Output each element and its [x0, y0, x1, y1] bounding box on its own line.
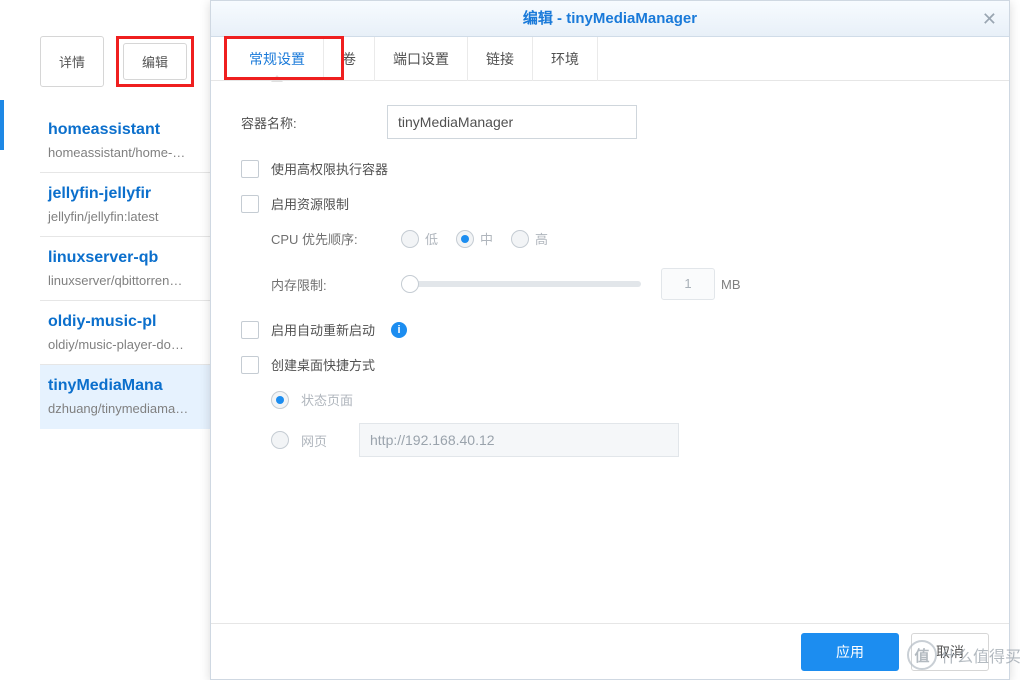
privileged-checkbox[interactable] — [241, 160, 259, 178]
tab-port[interactable]: 端口设置 — [375, 37, 468, 81]
details-button[interactable]: 详情 — [40, 36, 104, 87]
memory-limit-label: 内存限制: — [271, 275, 401, 294]
slider-thumb[interactable] — [401, 275, 419, 293]
watermark: 值 什么值得买 — [907, 640, 1021, 670]
modal-footer: 应用 取消 — [211, 623, 1009, 679]
edit-button[interactable]: 编辑 — [123, 43, 187, 80]
modal-body: 容器名称: 使用高权限执行容器 启用资源限制 CPU 优先顺序: 低 — [211, 81, 1009, 623]
auto-restart-checkbox[interactable] — [241, 321, 259, 339]
resource-limit-label: 启用资源限制 — [271, 194, 349, 213]
close-icon[interactable]: ✕ — [982, 1, 997, 37]
modal-title: 编辑 - tinyMediaManager — [523, 10, 697, 27]
resource-limit-checkbox[interactable] — [241, 195, 259, 213]
auto-restart-label: 启用自动重新启动 — [271, 320, 375, 339]
shortcut-status-label: 状态页面 — [301, 390, 353, 409]
modal-header: 编辑 - tinyMediaManager ✕ — [211, 1, 1009, 37]
cpu-mid-radio[interactable]: 中 — [456, 229, 493, 248]
memory-value-box: 1 — [661, 268, 715, 300]
watermark-text: 什么值得买 — [941, 643, 1021, 667]
tab-link[interactable]: 链接 — [468, 37, 533, 81]
shortcut-web-radio[interactable] — [271, 431, 289, 449]
memory-unit: MB — [721, 277, 741, 292]
shortcut-url-input[interactable] — [359, 423, 679, 457]
create-shortcut-label: 创建桌面快捷方式 — [271, 355, 375, 374]
container-name-input[interactable] — [387, 105, 637, 139]
edit-modal: 编辑 - tinyMediaManager ✕ 常规设置 卷 端口设置 链接 环… — [210, 0, 1010, 680]
create-shortcut-checkbox[interactable] — [241, 356, 259, 374]
tab-general[interactable]: 常规设置 — [231, 37, 324, 81]
memory-slider[interactable] — [401, 281, 641, 287]
shortcut-web-label: 网页 — [301, 431, 347, 450]
cpu-low-radio[interactable]: 低 — [401, 229, 438, 248]
container-name-label: 容器名称: — [241, 113, 387, 132]
cpu-high-radio[interactable]: 高 — [511, 229, 548, 248]
edit-highlight-box: 编辑 — [116, 36, 194, 87]
info-icon[interactable]: i — [391, 322, 407, 338]
privileged-label: 使用高权限执行容器 — [271, 159, 388, 178]
modal-tabs: 常规设置 卷 端口设置 链接 环境 — [211, 37, 1009, 81]
cpu-priority-group: 低 中 高 — [401, 229, 548, 248]
tab-env[interactable]: 环境 — [533, 37, 598, 81]
apply-button[interactable]: 应用 — [801, 633, 899, 671]
cpu-priority-label: CPU 优先顺序: — [271, 229, 401, 248]
shortcut-status-radio[interactable] — [271, 391, 289, 409]
watermark-logo-icon: 值 — [907, 640, 937, 670]
tab-volume[interactable]: 卷 — [324, 37, 375, 81]
